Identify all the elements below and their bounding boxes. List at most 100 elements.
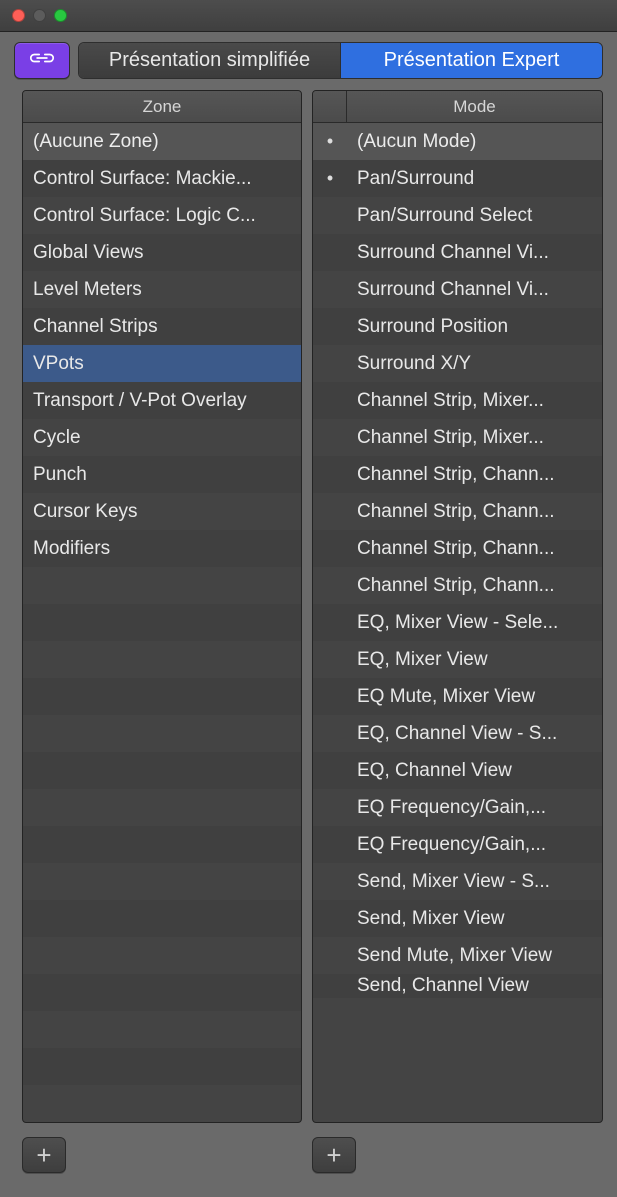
mode-row-label: Surround X/Y: [347, 353, 602, 375]
panels-container: Zone (Aucune Zone)Control Surface: Macki…: [22, 90, 603, 1123]
zone-row[interactable]: Punch: [23, 456, 301, 493]
zone-row[interactable]: Modifiers: [23, 530, 301, 567]
mode-row-label: Send Mute, Mixer View: [347, 945, 602, 967]
zone-row-empty: [23, 752, 301, 789]
mode-dot-column-header: [313, 91, 347, 122]
mode-row[interactable]: EQ, Mixer View: [313, 641, 602, 678]
mode-row[interactable]: Channel Strip, Chann...: [313, 456, 602, 493]
zone-row-label: Channel Strips: [33, 316, 158, 338]
mode-row[interactable]: Pan/Surround Select: [313, 197, 602, 234]
zone-header-label: Zone: [143, 97, 182, 117]
mode-row[interactable]: Send, Mixer View: [313, 900, 602, 937]
zone-row-label: Transport / V-Pot Overlay: [33, 390, 247, 412]
zone-row-empty: [23, 1048, 301, 1085]
zone-row-empty: [23, 604, 301, 641]
mode-list: •(Aucun Mode)•Pan/SurroundPan/Surround S…: [313, 123, 602, 1122]
mode-row-label: Pan/Surround Select: [347, 205, 602, 227]
zone-row-label: Level Meters: [33, 279, 142, 301]
link-button[interactable]: [14, 42, 70, 79]
mode-row-label: EQ, Mixer View - Sele...: [347, 612, 602, 634]
mode-row-dot: •: [313, 131, 347, 152]
zone-row-empty: [23, 641, 301, 678]
mode-row-label: Pan/Surround: [347, 168, 602, 190]
zone-row-empty: [23, 974, 301, 1011]
mode-row[interactable]: Send Mute, Mixer View: [313, 937, 602, 974]
mode-row-label: Surround Channel Vi...: [347, 279, 602, 301]
zone-row-label: Cursor Keys: [33, 501, 138, 523]
minimize-icon[interactable]: [33, 9, 46, 22]
toolbar: Présentation simplifiée Présentation Exp…: [0, 32, 617, 91]
zone-list: (Aucune Zone)Control Surface: Mackie...C…: [23, 123, 301, 1122]
mode-row-label: Surround Position: [347, 316, 602, 338]
zone-row[interactable]: Level Meters: [23, 271, 301, 308]
zone-row[interactable]: Cursor Keys: [23, 493, 301, 530]
mode-row[interactable]: Send, Mixer View - S...: [313, 863, 602, 900]
mode-row[interactable]: Channel Strip, Chann...: [313, 493, 602, 530]
mode-row[interactable]: EQ Mute, Mixer View: [313, 678, 602, 715]
mode-row[interactable]: Channel Strip, Chann...: [313, 567, 602, 604]
mode-row[interactable]: •(Aucun Mode): [313, 123, 602, 160]
mode-row-label: Channel Strip, Mixer...: [347, 390, 602, 412]
close-icon[interactable]: [12, 9, 25, 22]
mode-row[interactable]: Surround Channel Vi...: [313, 234, 602, 271]
zone-row[interactable]: Global Views: [23, 234, 301, 271]
zone-row[interactable]: Channel Strips: [23, 308, 301, 345]
mode-row[interactable]: EQ, Mixer View - Sele...: [313, 604, 602, 641]
zone-row-label: Cycle: [33, 427, 81, 449]
add-mode-button[interactable]: +: [312, 1137, 356, 1173]
zone-row-empty: [23, 678, 301, 715]
footer: + +: [22, 1137, 603, 1179]
zone-row-empty: [23, 567, 301, 604]
mode-row[interactable]: •Pan/Surround: [313, 160, 602, 197]
zone-row-label: Global Views: [33, 242, 144, 264]
mode-row-label: Channel Strip, Chann...: [347, 501, 602, 523]
mode-row[interactable]: EQ, Channel View: [313, 752, 602, 789]
zone-row-empty: [23, 1011, 301, 1048]
mode-row[interactable]: Channel Strip, Mixer...: [313, 419, 602, 456]
plus-icon: +: [326, 1142, 341, 1168]
zone-panel: Zone (Aucune Zone)Control Surface: Macki…: [22, 90, 302, 1123]
link-icon: [28, 49, 56, 72]
zone-row-empty: [23, 789, 301, 826]
mode-row[interactable]: Surround X/Y: [313, 345, 602, 382]
mode-panel: Mode •(Aucun Mode)•Pan/SurroundPan/Surro…: [312, 90, 603, 1123]
zoom-icon[interactable]: [54, 9, 67, 22]
mode-row[interactable]: EQ Frequency/Gain,...: [313, 789, 602, 826]
mode-row[interactable]: Channel Strip, Chann...: [313, 530, 602, 567]
zone-row[interactable]: (Aucune Zone): [23, 123, 301, 160]
zone-row[interactable]: Control Surface: Logic C...: [23, 197, 301, 234]
mode-row-label: EQ, Channel View - S...: [347, 723, 602, 745]
zone-row-label: Modifiers: [33, 538, 110, 560]
mode-row[interactable]: EQ, Channel View - S...: [313, 715, 602, 752]
view-expert-button[interactable]: Présentation Expert: [340, 43, 602, 78]
mode-row-dot: •: [313, 168, 347, 189]
mode-row-label: Send, Mixer View: [347, 908, 602, 930]
zone-row[interactable]: Transport / V-Pot Overlay: [23, 382, 301, 419]
mode-row-label: Surround Channel Vi...: [347, 242, 602, 264]
mode-row[interactable]: Send, Channel View: [313, 974, 602, 998]
mode-row-label: EQ Frequency/Gain,...: [347, 834, 602, 856]
zone-row[interactable]: Control Surface: Mackie...: [23, 160, 301, 197]
mode-row-label: Channel Strip, Chann...: [347, 464, 602, 486]
mode-row-label: Send, Mixer View - S...: [347, 871, 602, 893]
add-zone-button[interactable]: +: [22, 1137, 66, 1173]
mode-row[interactable]: Surround Position: [313, 308, 602, 345]
mode-row[interactable]: EQ Frequency/Gain,...: [313, 826, 602, 863]
zone-header[interactable]: Zone: [23, 91, 301, 123]
view-mode-segment: Présentation simplifiée Présentation Exp…: [78, 42, 603, 79]
mode-row[interactable]: Surround Channel Vi...: [313, 271, 602, 308]
plus-icon: +: [36, 1142, 51, 1168]
zone-row-empty: [23, 715, 301, 752]
mode-header-label: Mode: [347, 97, 602, 117]
zone-row-label: VPots: [33, 353, 84, 375]
zone-row[interactable]: Cycle: [23, 419, 301, 456]
mode-row-label: EQ, Channel View: [347, 760, 602, 782]
mode-row-label: (Aucun Mode): [347, 131, 602, 153]
view-simple-button[interactable]: Présentation simplifiée: [79, 43, 340, 78]
mode-header[interactable]: Mode: [313, 91, 602, 123]
zone-row[interactable]: VPots: [23, 345, 301, 382]
mode-row[interactable]: Channel Strip, Mixer...: [313, 382, 602, 419]
zone-row-empty: [23, 863, 301, 900]
zone-row-empty: [23, 826, 301, 863]
mode-row-label: Send, Channel View: [347, 975, 602, 997]
